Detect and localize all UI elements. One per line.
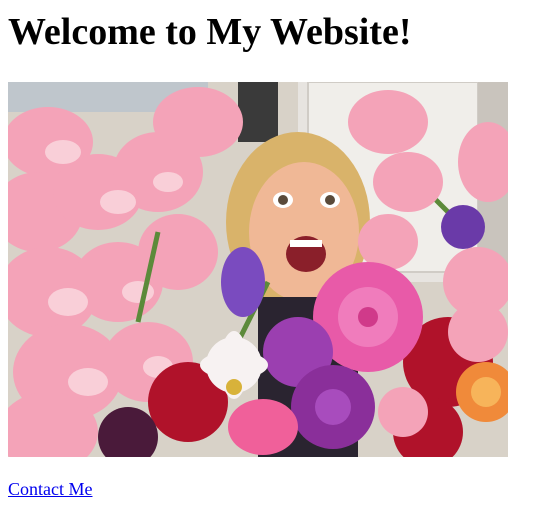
contact-me-link[interactable]: Contact Me bbox=[8, 478, 92, 500]
hero-photo bbox=[8, 82, 508, 457]
page-title: Welcome to My Website! bbox=[8, 11, 412, 53]
hero-photo-drawing bbox=[8, 82, 508, 457]
